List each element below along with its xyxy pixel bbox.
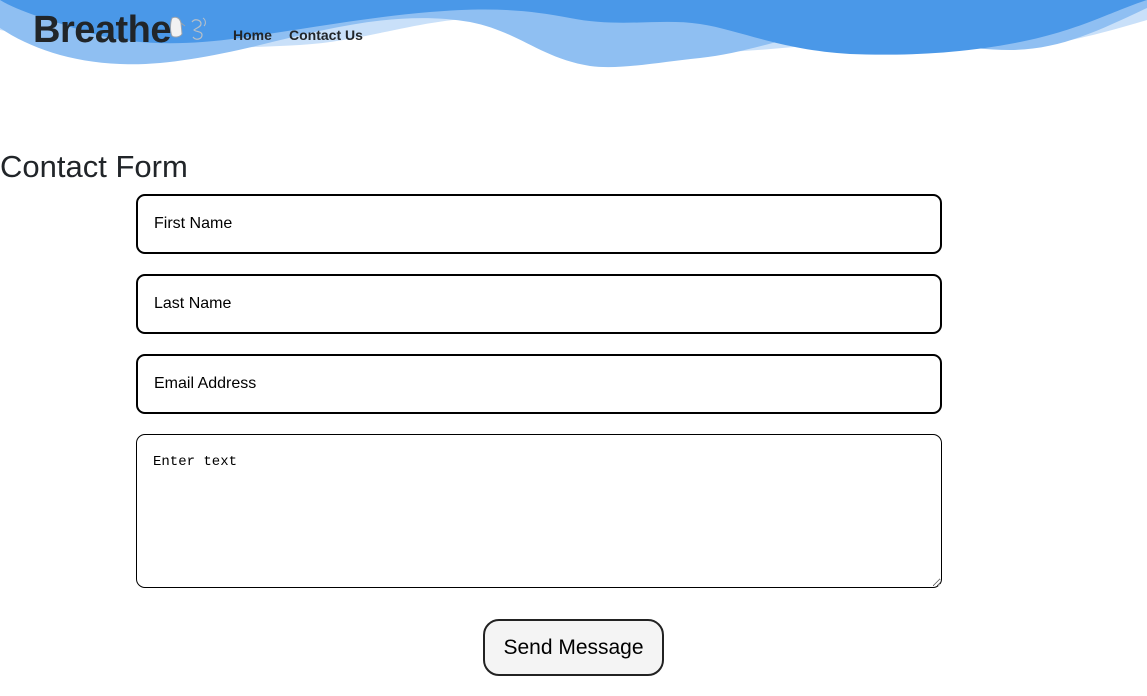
brand-name[interactable]: Breathe bbox=[33, 6, 172, 54]
message-textarea[interactable] bbox=[136, 434, 942, 588]
last-name-input[interactable] bbox=[136, 274, 942, 334]
first-name-input[interactable] bbox=[136, 194, 942, 254]
send-message-button[interactable]: Send Message bbox=[483, 619, 664, 676]
page-title: Contact Form bbox=[0, 149, 188, 184]
email-address-input[interactable] bbox=[136, 354, 942, 414]
page: Breathe Home Contact Us Contact Form Sen… bbox=[0, 0, 1147, 696]
nav-link-contact-us[interactable]: Contact Us bbox=[289, 26, 363, 44]
navbar: Breathe Home Contact Us bbox=[0, 0, 1147, 70]
nav-link-home[interactable]: Home bbox=[233, 26, 272, 44]
lungs-logo-icon[interactable] bbox=[168, 14, 210, 44]
